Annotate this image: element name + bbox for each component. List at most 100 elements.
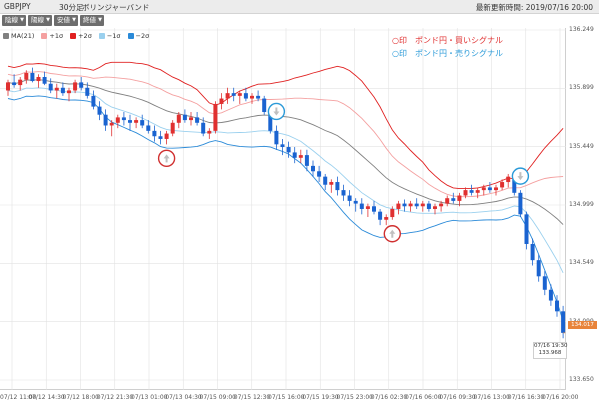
candle-body	[457, 195, 462, 201]
candle-body	[280, 144, 285, 148]
candle-body	[274, 130, 279, 145]
legend-label: −1σ	[106, 32, 121, 40]
candle-body	[555, 300, 559, 312]
candle-body	[420, 203, 425, 207]
candle-body	[359, 203, 364, 209]
candle-body	[262, 98, 267, 113]
band-minus2-line	[7, 95, 564, 322]
candle-body	[24, 72, 29, 80]
candle-body	[500, 182, 505, 188]
candle-body	[317, 171, 322, 177]
y-tick-label: 133.650	[569, 376, 594, 383]
band-plus2-line	[7, 61, 564, 190]
candle-body	[481, 187, 486, 191]
candle-body	[384, 217, 389, 220]
candle-body	[372, 206, 376, 212]
candle-body	[219, 98, 224, 104]
candle-body	[134, 120, 139, 123]
legend-swatch	[70, 33, 77, 39]
crosshair-price: 133.968	[538, 350, 562, 356]
candle-body	[12, 82, 17, 86]
candle-body	[97, 106, 102, 115]
candle-body	[304, 155, 309, 166]
candle-body	[195, 117, 200, 123]
candle-body	[365, 206, 370, 209]
legend-swatch	[127, 33, 134, 39]
candle-body	[292, 152, 297, 158]
candle-body	[323, 176, 328, 185]
legend-label: +1σ	[49, 32, 64, 40]
candle-body	[536, 260, 541, 277]
candle-body	[250, 95, 254, 99]
y-tick-label: 135.899	[569, 84, 594, 92]
legend-label: +2σ	[78, 32, 92, 40]
y-tick-label: 134.999	[569, 201, 594, 208]
dropdown-label: 安値	[57, 16, 70, 24]
candle-body	[378, 211, 383, 220]
candle-body	[176, 114, 181, 123]
candle-body	[311, 165, 315, 172]
toolbar: 陰線 ▼ 陽線 ▼ 安値 ▼ 終値 ▼	[2, 15, 104, 26]
chart-area[interactable]	[0, 28, 566, 390]
candle-body	[189, 117, 193, 121]
dropdown-button-1[interactable]: 陰線 ▼	[2, 15, 26, 26]
candle-body	[487, 187, 492, 191]
candle-body	[231, 93, 236, 96]
candle-body	[243, 93, 248, 99]
candle-body	[390, 208, 395, 218]
candle-body	[103, 114, 108, 126]
legend-item-plus1: +1σ	[41, 32, 63, 40]
candle-body	[67, 90, 71, 94]
chevron-down-icon: ▼	[72, 17, 76, 23]
band-minus1-line	[7, 87, 564, 273]
timeframe-label: 30分足	[59, 3, 84, 12]
candle-body	[48, 83, 53, 91]
candle-body	[408, 203, 413, 207]
candle-body	[426, 203, 431, 209]
candle-body	[225, 93, 230, 99]
candle-body	[121, 117, 126, 121]
dropdown-button-2[interactable]: 陽線 ▼	[28, 15, 52, 26]
current-price-tag: 134.017	[568, 321, 597, 329]
legend-label: −2σ	[135, 32, 150, 40]
dropdown-label: 陰線	[5, 16, 18, 24]
candle-body	[335, 182, 340, 191]
candle-body	[451, 198, 456, 201]
x-tick-label: 07/12 14:30	[28, 394, 65, 401]
legend-swatch	[41, 33, 48, 39]
chart-header: GBPJPY 30分足 ボリンジャーバンド 最新更新時間: 2019/07/16…	[0, 0, 599, 14]
candle-body	[109, 122, 114, 126]
x-tick-label: 07/12 18:00	[62, 394, 100, 401]
candle-body	[396, 203, 401, 209]
x-tick-label: 07/13 04:30	[165, 394, 202, 401]
candle-body	[518, 192, 523, 215]
legend-swatch	[98, 33, 105, 39]
ma21-line	[7, 79, 564, 225]
dropdown-button-3[interactable]: 安値 ▼	[54, 15, 78, 26]
candle-body	[182, 114, 187, 121]
y-tick-label: 136.249	[569, 26, 594, 33]
dropdown-label: 終値	[83, 16, 96, 24]
candle-body	[402, 203, 407, 207]
candle-body	[73, 82, 78, 91]
crosshair-readout: 07/16 19:30 133.968	[533, 342, 567, 359]
indicator-name: ボリンジャーバンド	[82, 3, 150, 12]
candle-body	[506, 176, 511, 183]
sell-signal-annotation: ○印 ポンド円・売りシグナル	[392, 49, 503, 58]
candle-body	[329, 182, 334, 185]
legend-item-minus1: −1σ	[98, 32, 121, 40]
candle-body	[140, 120, 145, 126]
chevron-down-icon: ▼	[20, 17, 24, 23]
candle-body	[36, 76, 41, 82]
candle-body	[561, 311, 566, 333]
candle-body	[85, 87, 90, 96]
candle-body	[237, 93, 242, 96]
candle-body	[353, 200, 358, 204]
candle-body	[524, 214, 529, 244]
candle-body	[158, 136, 163, 139]
x-tick-label: 07/15 12:30	[233, 394, 271, 401]
candle-body	[494, 187, 498, 191]
y-tick-label: 135.449	[569, 142, 594, 150]
dropdown-button-4[interactable]: 終値 ▼	[80, 15, 104, 26]
legend-item-minus2: −2σ	[127, 32, 150, 40]
